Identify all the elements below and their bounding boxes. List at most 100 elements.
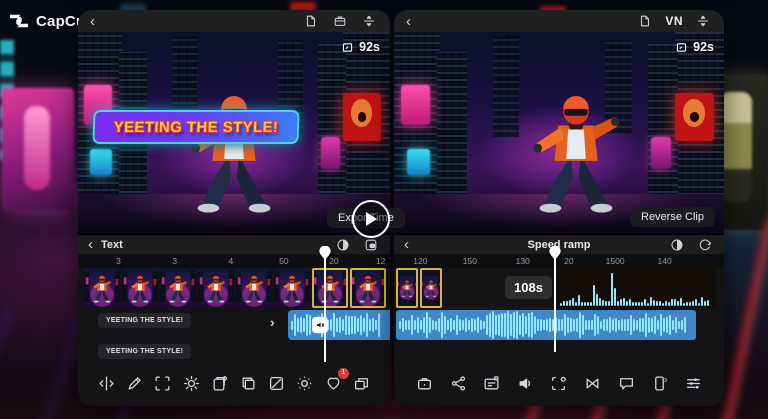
- clip-thumbnail[interactable]: [198, 268, 234, 308]
- playhead-pin-icon: [319, 246, 331, 260]
- file-icon[interactable]: [302, 12, 320, 30]
- ruler-tick: 1500: [606, 256, 625, 266]
- text-audio-track: YEETING THE STYLE! ›: [78, 310, 390, 340]
- neon-billboard-magenta: [321, 137, 340, 169]
- duration-value: 92s: [359, 40, 380, 54]
- neon-billboard-cyan: [90, 149, 112, 175]
- half-circle-contrast-icon[interactable]: [334, 236, 352, 254]
- text-track-label[interactable]: YEETING THE STYLE!: [98, 344, 191, 359]
- layers-icon[interactable]: [351, 373, 372, 394]
- volume-icon[interactable]: [515, 373, 536, 394]
- ruler-tick: 12: [376, 256, 385, 266]
- file-icon[interactable]: [636, 12, 654, 30]
- audio-waveform: [291, 310, 387, 340]
- left-timeline-header: ‹ Text: [78, 234, 390, 254]
- phone-rotate-icon[interactable]: 3: [649, 373, 670, 394]
- select-area-icon[interactable]: [152, 373, 173, 394]
- share-icon[interactable]: [448, 373, 469, 394]
- ruler-tick: 20: [564, 256, 573, 266]
- ruler-tick: 4: [229, 256, 234, 266]
- speed-audio-track: 108s: [394, 310, 724, 340]
- timeline-title: Text: [101, 239, 123, 251]
- mask-icon[interactable]: [266, 373, 287, 394]
- clip-thumbnail[interactable]: [160, 268, 196, 308]
- play-icon: [366, 212, 377, 226]
- audio-waveform: [560, 270, 714, 306]
- audio-clip-orange[interactable]: [558, 268, 716, 308]
- clip-thumbnail[interactable]: [274, 268, 310, 308]
- ruler-tick: 3: [116, 256, 121, 266]
- back-chevron-icon[interactable]: ‹: [406, 14, 411, 29]
- clip-thumbnail[interactable]: [236, 268, 272, 308]
- video-preview[interactable]: 92s: [394, 32, 724, 234]
- expand-chevron-icon[interactable]: ›: [270, 314, 275, 330]
- rotate-icon[interactable]: [696, 236, 714, 254]
- video-preview[interactable]: YEETING THE STYLE! 92s: [78, 32, 390, 234]
- text-track-2: YEETING THE STYLE!: [78, 344, 390, 362]
- clip-duration-label: 108s: [505, 276, 552, 299]
- audio-waveform: [399, 310, 693, 340]
- notification-badge: 1: [338, 368, 349, 379]
- captions-icon[interactable]: [481, 373, 502, 394]
- glow-icon[interactable]: [294, 373, 315, 394]
- ruler-tick: 50: [279, 256, 288, 266]
- text-track-label[interactable]: YEETING THE STYLE!: [98, 313, 191, 328]
- playhead-pin-icon: [549, 246, 561, 260]
- audio-clip[interactable]: [396, 310, 696, 340]
- transition-icon[interactable]: [582, 373, 603, 394]
- clipboard-icon[interactable]: [209, 373, 230, 394]
- timeline-back-chevron-icon[interactable]: ‹: [88, 237, 93, 252]
- clip-thumbnail[interactable]: [84, 268, 120, 308]
- crop-icon[interactable]: [548, 373, 569, 394]
- left-timeline-ruler: 3 3 4 50 20 12: [78, 254, 390, 268]
- playhead[interactable]: [324, 258, 326, 362]
- comment-icon[interactable]: [616, 373, 637, 394]
- neon-billboard-cyan: [407, 149, 430, 175]
- edit-pencil-icon[interactable]: [124, 373, 145, 394]
- playhead[interactable]: [554, 258, 556, 352]
- ruler-tick: 130: [516, 256, 530, 266]
- clip-thumbnail[interactable]: [122, 268, 158, 308]
- clip-thumbnail-selected[interactable]: [350, 268, 386, 308]
- back-chevron-icon[interactable]: ‹: [90, 14, 95, 29]
- sliders-icon[interactable]: [683, 373, 704, 394]
- case-icon[interactable]: [414, 373, 435, 394]
- left-toolbar: 1: [78, 366, 390, 400]
- capcut-logo-icon: [8, 12, 30, 30]
- right-toolbar: 3: [394, 366, 724, 400]
- building-silhouette: [493, 36, 519, 137]
- half-circle-contrast-icon[interactable]: [668, 236, 686, 254]
- audio-clip[interactable]: [288, 310, 390, 340]
- overlap-pip-icon[interactable]: [362, 236, 380, 254]
- caption-banner[interactable]: YEETING THE STYLE!: [92, 110, 299, 144]
- play-button[interactable]: [352, 200, 390, 238]
- duration-value: 92s: [693, 40, 714, 54]
- vn-app-label: VN: [665, 14, 683, 28]
- ruler-tick: 120: [413, 256, 427, 266]
- video-clip-filmstrip[interactable]: [396, 268, 442, 308]
- brightness-icon[interactable]: [181, 373, 202, 394]
- duplicate-icon[interactable]: [238, 373, 259, 394]
- right-panel-header: ‹ VN: [394, 10, 724, 32]
- billboard-left: [2, 88, 74, 210]
- kit-box-icon[interactable]: [331, 12, 349, 30]
- scream-billboard: [343, 93, 380, 141]
- reverse-clip-button[interactable]: Reverse Clip: [630, 207, 715, 227]
- clip-duration-icon: [675, 41, 688, 54]
- duration-badge: 92s: [675, 40, 714, 54]
- split-merge-icon[interactable]: [694, 12, 712, 30]
- timeline-back-chevron-icon[interactable]: ‹: [404, 237, 409, 252]
- clip-thumbnail-selected[interactable]: [420, 268, 442, 308]
- clip-thumbnail-selected[interactable]: [312, 268, 348, 308]
- favorite-heart-icon[interactable]: 1: [323, 373, 344, 394]
- clip-thumbnail-selected[interactable]: [396, 268, 418, 308]
- video-clip-filmstrip[interactable]: [84, 268, 386, 308]
- ruler-tick: 140: [658, 256, 672, 266]
- svg-text:3: 3: [664, 377, 667, 383]
- adjust-split-icon[interactable]: [96, 373, 117, 394]
- ruler-tick: 150: [463, 256, 477, 266]
- split-merge-icon[interactable]: [360, 12, 378, 30]
- clip-duration-icon: [341, 41, 354, 54]
- neon-billboard-magenta: [651, 137, 671, 169]
- dancer-character: [517, 88, 635, 226]
